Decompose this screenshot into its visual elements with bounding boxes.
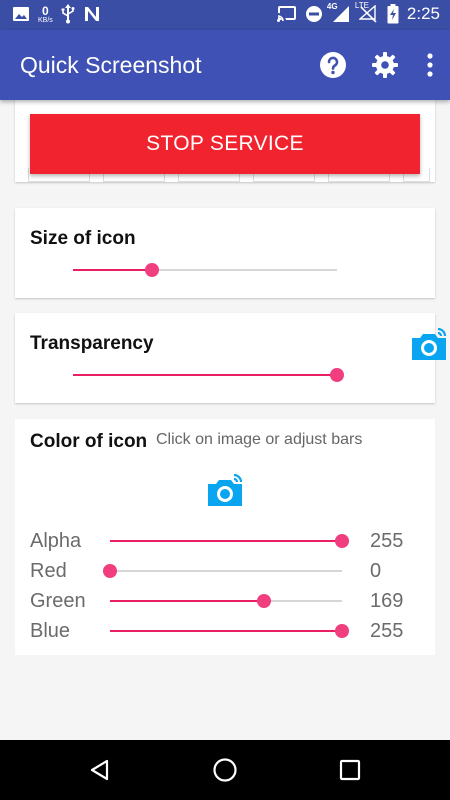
- more-options-button[interactable]: [422, 50, 438, 80]
- battery-icon: [387, 4, 399, 24]
- stop-service-button[interactable]: STOP SERVICE: [30, 114, 420, 174]
- slider-thumb[interactable]: [145, 263, 160, 277]
- color-of-icon-title: Color of icon: [30, 431, 148, 452]
- help-icon: [320, 52, 346, 78]
- network-label: LTE: [354, 1, 369, 10]
- usb-icon: [61, 4, 75, 24]
- color-hint: Click on image or adjust bars: [156, 431, 363, 448]
- camera-icon: [208, 473, 243, 506]
- wifi-off-icon: LTE: [355, 1, 379, 23]
- slider-thumb[interactable]: [330, 368, 344, 382]
- alpha-slider[interactable]: [110, 531, 349, 551]
- help-button[interactable]: [318, 50, 348, 80]
- data-rate-unit: KB/s: [38, 16, 53, 24]
- transparency-slider[interactable]: [73, 365, 344, 385]
- size-of-icon-title: Size of icon: [30, 228, 136, 249]
- settings-icon: [372, 52, 398, 78]
- size-of-icon-card: Size of icon: [15, 208, 435, 298]
- green-slider[interactable]: [110, 591, 342, 611]
- transparency-title: Transparency: [30, 333, 154, 354]
- clock: 2:25: [406, 4, 440, 23]
- camera-icon: [412, 327, 447, 360]
- data-rate-indicator: 0 KB/s: [38, 5, 53, 24]
- data-rate-value: 0: [42, 3, 49, 18]
- recents-button[interactable]: [335, 755, 365, 785]
- blue-slider[interactable]: [110, 621, 349, 641]
- n-icon: [83, 5, 101, 23]
- more-icon: [427, 53, 433, 77]
- home-circle-icon: [213, 758, 237, 782]
- slider-thumb[interactable]: [256, 594, 271, 608]
- cast-icon: [276, 6, 297, 22]
- app-title: Quick Screenshot: [20, 52, 202, 78]
- image-icon: [12, 6, 30, 22]
- red-label: Red: [30, 560, 67, 582]
- home-button[interactable]: [210, 755, 240, 785]
- dnd-icon: [305, 5, 323, 23]
- green-label: Green: [30, 590, 86, 612]
- settings-button[interactable]: [370, 50, 400, 80]
- size-of-icon-slider[interactable]: [73, 260, 337, 280]
- recents-square-icon: [339, 759, 361, 781]
- signal-icon: 4G: [327, 2, 351, 23]
- slider-thumb[interactable]: [103, 564, 117, 578]
- back-triangle-icon: [90, 759, 109, 781]
- blue-label: Blue: [30, 620, 71, 642]
- floating-screenshot-camera-icon[interactable]: [410, 326, 448, 362]
- red-value: 0: [370, 560, 382, 582]
- blue-value: 255: [370, 620, 404, 642]
- color-of-icon-card: Color of icon Click on image or adjust b…: [15, 419, 435, 655]
- network-type: 4G: [326, 2, 338, 11]
- slider-thumb[interactable]: [335, 534, 349, 548]
- green-value: 169: [370, 590, 404, 612]
- content-scroll-area[interactable]: STOP SERVICE Size of icon Transparency C…: [0, 100, 450, 740]
- alpha-value: 255: [370, 530, 404, 552]
- red-slider[interactable]: [103, 561, 342, 581]
- back-button[interactable]: [85, 755, 115, 785]
- color-preview-icon[interactable]: [206, 472, 244, 508]
- status-bar: 0 KB/s 4G LTE 2:25: [0, 0, 450, 30]
- navigation-bar: [0, 740, 450, 800]
- app-bar: Quick Screenshot: [0, 30, 450, 100]
- alpha-label: Alpha: [30, 530, 82, 552]
- transparency-card: Transparency: [15, 313, 435, 403]
- slider-thumb[interactable]: [335, 624, 349, 638]
